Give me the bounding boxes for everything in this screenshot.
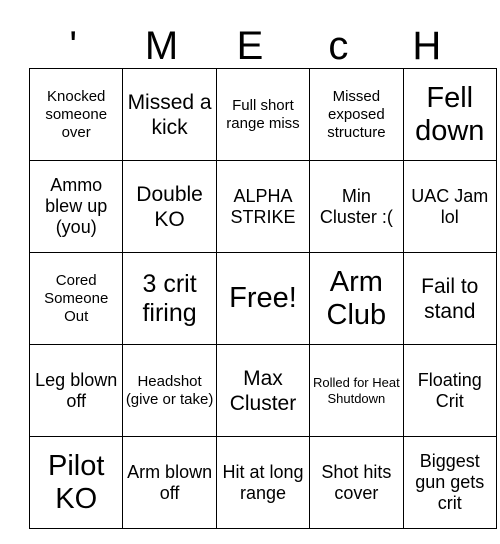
bingo-cell-label: Cored Someone Out bbox=[44, 271, 109, 325]
bingo-cell-label: Leg blown off bbox=[35, 369, 118, 411]
bingo-cell-label: Shot hits cover bbox=[321, 461, 392, 503]
bingo-cell[interactable]: Arm blown off bbox=[122, 436, 217, 529]
bingo-cell[interactable]: Full short range miss bbox=[215, 68, 311, 161]
bingo-cell[interactable]: Fell down bbox=[402, 68, 497, 161]
bingo-cell[interactable]: Headshot (give or take) bbox=[122, 344, 217, 437]
bingo-card: ' M E c H Knocked someone over Missed a … bbox=[28, 8, 497, 529]
bingo-title-letter-2: M bbox=[144, 24, 179, 68]
bingo-cell-label: Min Cluster :( bbox=[319, 185, 393, 227]
bingo-cell-label: ALPHA STRIKE bbox=[230, 185, 296, 227]
bingo-cell-label: Fell down bbox=[415, 81, 485, 147]
bingo-cell[interactable]: UAC Jam lol bbox=[402, 160, 497, 253]
bingo-cell[interactable]: Shot hits cover bbox=[309, 436, 404, 529]
bingo-free-space-label: Free! bbox=[229, 282, 297, 314]
bingo-cell-label: Missed exposed structure bbox=[327, 87, 386, 141]
bingo-cell-label: Full short range miss bbox=[226, 96, 300, 132]
bingo-cell[interactable]: Double KO bbox=[122, 160, 217, 253]
bingo-cell-label: Headshot (give or take) bbox=[125, 372, 214, 408]
bingo-row: Ammo blew up (you) Double KO ALPHA STRIK… bbox=[28, 160, 497, 253]
bingo-cell[interactable]: Floating Crit bbox=[402, 344, 497, 437]
bingo-cell[interactable]: ALPHA STRIKE bbox=[215, 160, 311, 253]
bingo-row: Pilot KO Arm blown off Hit at long range… bbox=[28, 436, 497, 529]
bingo-cell-label: UAC Jam lol bbox=[411, 185, 489, 227]
bingo-free-space[interactable]: Free! bbox=[215, 252, 311, 345]
bingo-cell[interactable]: Pilot KO bbox=[28, 436, 124, 529]
bingo-title-row: ' M E c H bbox=[29, 8, 471, 68]
bingo-cell-label: Floating Crit bbox=[417, 369, 482, 411]
bingo-cell[interactable]: Leg blown off bbox=[28, 344, 124, 437]
bingo-title-letter-1: ' bbox=[69, 24, 78, 68]
bingo-title-letter-5: H bbox=[412, 24, 442, 68]
bingo-cell-label: Pilot KO bbox=[47, 449, 105, 515]
bingo-cell-label: Ammo blew up (you) bbox=[45, 175, 108, 237]
bingo-grid: Knocked someone over Missed a kick Full … bbox=[28, 68, 497, 529]
bingo-cell[interactable]: Ammo blew up (you) bbox=[28, 160, 124, 253]
bingo-cell[interactable]: Rolled for Heat Shutdown bbox=[309, 344, 404, 437]
bingo-row: Knocked someone over Missed a kick Full … bbox=[28, 68, 497, 161]
bingo-cell-label: Fail to stand bbox=[421, 274, 479, 323]
bingo-cell[interactable]: Knocked someone over bbox=[28, 68, 124, 161]
bingo-cell-label: Biggest gun gets crit bbox=[415, 451, 485, 513]
bingo-cell[interactable]: Max Cluster bbox=[215, 344, 311, 437]
bingo-cell-label: Arm Club bbox=[326, 265, 387, 331]
bingo-cell-label: Double KO bbox=[136, 182, 203, 231]
bingo-title-letter-3: E bbox=[236, 24, 264, 68]
bingo-cell[interactable]: Missed a kick bbox=[122, 68, 217, 161]
bingo-cell[interactable]: 3 crit firing bbox=[122, 252, 217, 345]
bingo-cell[interactable]: Biggest gun gets crit bbox=[402, 436, 497, 529]
bingo-cell-label: Arm blown off bbox=[127, 461, 213, 503]
bingo-cell[interactable]: Missed exposed structure bbox=[309, 68, 404, 161]
bingo-cell-label: Missed a kick bbox=[127, 90, 212, 139]
bingo-cell-label: Knocked someone over bbox=[45, 87, 108, 141]
bingo-cell-label: 3 crit firing bbox=[142, 269, 197, 327]
bingo-cell-label: Rolled for Heat Shutdown bbox=[313, 374, 400, 406]
bingo-row: Leg blown off Headshot (give or take) Ma… bbox=[28, 344, 497, 437]
bingo-cell[interactable]: Arm Club bbox=[309, 252, 404, 345]
bingo-cell[interactable]: Hit at long range bbox=[215, 436, 311, 529]
bingo-cell[interactable]: Fail to stand bbox=[402, 252, 497, 345]
bingo-cell[interactable]: Cored Someone Out bbox=[28, 252, 124, 345]
bingo-cell-label: Max Cluster bbox=[229, 366, 297, 415]
bingo-cell[interactable]: Min Cluster :( bbox=[309, 160, 404, 253]
bingo-cell-label: Hit at long range bbox=[222, 461, 304, 503]
bingo-title-letter-4: c bbox=[328, 24, 349, 68]
bingo-row: Cored Someone Out 3 crit firing Free! Ar… bbox=[28, 252, 497, 345]
